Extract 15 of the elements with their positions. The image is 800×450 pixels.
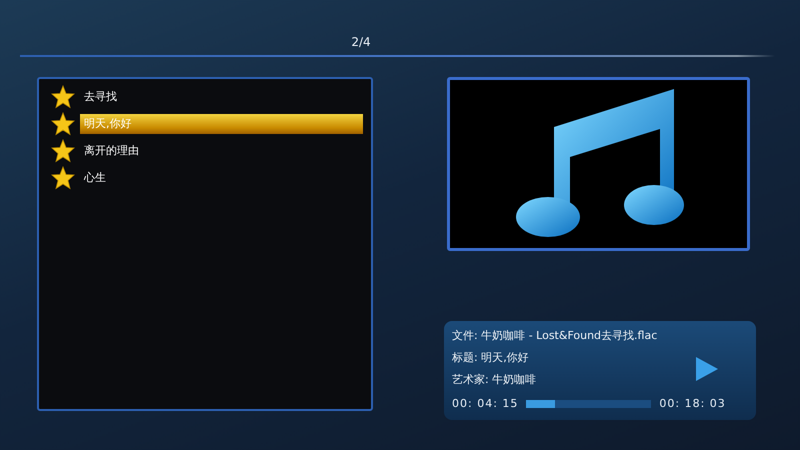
elapsed-time: 00: 04: 15 [452,397,518,410]
play-icon[interactable] [696,357,718,381]
page-indicator: 2/4 [351,35,371,49]
music-note-icon [514,89,684,239]
playlist-item[interactable]: 离开的理由 [80,141,363,161]
playlist-item[interactable]: 心生 [80,168,363,188]
star-icon [51,112,75,136]
track-title: 标题: 明天,你好 [452,350,530,366]
star-icon [51,166,75,190]
file-name: 文件: 牛奶咖啡 - Lost&Found去寻找.flac [452,328,658,344]
total-time: 00: 18: 03 [659,397,726,410]
star-icon [51,139,75,163]
artist-name: 艺术家: 牛奶咖啡 [452,372,536,388]
star-icon [51,85,75,109]
playlist-item[interactable]: 去寻找 [80,87,363,107]
